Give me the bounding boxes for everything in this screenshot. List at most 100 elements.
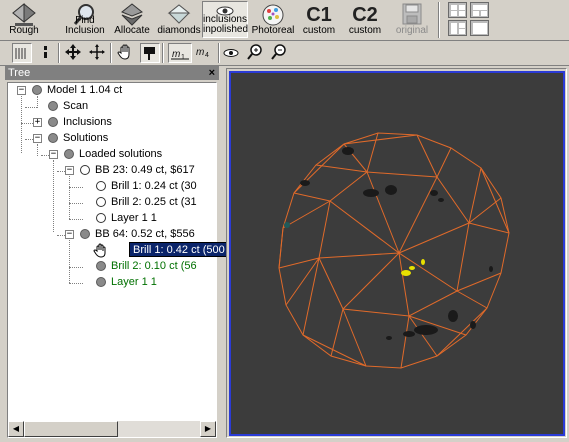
collapse-icon[interactable]: − [49, 150, 58, 159]
main-toolbar: Rough Find Inclusion Allocate diamonds i… [0, 0, 569, 41]
node-circle-icon [96, 181, 106, 191]
flag-tool-button[interactable] [140, 43, 160, 63]
tree-node-bb23-brill2[interactable]: Brill 2: 0.25 ct (31 [8, 195, 216, 210]
move-button[interactable] [64, 43, 84, 63]
node-circle-icon [96, 277, 106, 287]
node-circle-icon [48, 133, 58, 143]
tree-panel-title: Tree [8, 67, 31, 79]
tree-node-label: Layer 1 1 [111, 212, 157, 224]
diamonds-label: diamonds [157, 25, 201, 36]
zoom-in-button[interactable] [246, 43, 266, 63]
node-circle-icon [96, 261, 106, 271]
tree-node-model[interactable]: − Model 1 1.04 ct [8, 83, 208, 98]
c1-text: C1 [306, 4, 332, 26]
tree-node-loaded-solutions[interactable]: − Loaded solutions [8, 147, 208, 162]
layout-split-icon[interactable] [470, 2, 489, 18]
tree-node-solutions[interactable]: − Solutions [8, 131, 208, 146]
tree-node-label: Layer 1 1 [111, 276, 157, 288]
collapse-icon[interactable]: − [65, 166, 74, 175]
zoom-out-button[interactable] [270, 43, 290, 63]
3d-viewport[interactable] [229, 71, 565, 436]
tree-node-bb64-layer[interactable]: Layer 1 1 [8, 275, 216, 290]
svg-text:4: 4 [205, 52, 209, 59]
scrollbar-thumb[interactable] [24, 421, 118, 437]
tree-node-bb64-brill2[interactable]: Brill 2: 0.10 ct (56 [8, 259, 216, 274]
svg-text:m: m [196, 47, 204, 58]
tree-node-bb23-brill1[interactable]: Brill 1: 0.24 ct (30 [8, 179, 216, 194]
tree-node-label: Brill 2: 0.10 ct (56 [111, 260, 197, 272]
view-eye-icon [223, 49, 239, 57]
tree-node-label: Brill 2: 0.25 ct (31 [111, 196, 197, 208]
inclusions-inpolished-label: inclusions inpolished [203, 14, 249, 35]
photoreal-label: Photoreal [251, 25, 295, 36]
node-circle-icon [48, 117, 58, 127]
collapse-icon[interactable]: − [17, 86, 26, 95]
tree-node-inclusions[interactable]: + Inclusions [8, 115, 208, 130]
measure-m1-button[interactable]: m 1 [168, 43, 192, 63]
collapse-icon[interactable]: − [33, 134, 42, 143]
tree-node-label: Loaded solutions [79, 148, 163, 160]
tree-node-label: Brill 1: 0.24 ct (30 [111, 180, 197, 192]
original-label: original [395, 25, 429, 36]
allocate-label: Allocate [114, 25, 150, 36]
layout-single-icon[interactable] [470, 20, 489, 36]
find-inclusion-button[interactable]: Find Inclusion [64, 1, 106, 38]
tree-node-bb23-layer[interactable]: Layer 1 1 [8, 211, 216, 226]
find-inclusion-label: Find Inclusion [65, 15, 105, 36]
tree-node-bb64[interactable]: − BB 64: 0.52 ct, $556 [8, 227, 216, 242]
photoreal-button[interactable]: Photoreal [250, 1, 296, 38]
hand-tool-button[interactable] [116, 43, 136, 63]
custom-c1-label: custom [302, 25, 336, 36]
node-circle-icon [96, 213, 106, 223]
node-circle-icon [80, 165, 90, 175]
node-circle-icon [48, 101, 58, 111]
allocate-button[interactable]: Allocate [112, 1, 152, 38]
tree-node-scan[interactable]: Scan [8, 99, 208, 114]
tree-horizontal-scrollbar[interactable]: ◀ ▶ [8, 420, 216, 437]
grid-icon [15, 48, 26, 59]
diamond-wireframe [278, 132, 510, 369]
rough-icon [12, 3, 36, 26]
toolbar2-separator-2 [110, 43, 112, 63]
move-arrows-icon [65, 44, 81, 60]
eye-view-button[interactable] [222, 43, 242, 63]
custom-c1-button[interactable]: C1 custom [300, 1, 338, 38]
floppy-icon [402, 3, 422, 25]
toolbar2-separator [58, 43, 60, 63]
tree-view[interactable]: − Model 1 1.04 ct Scan + Inclusions − So… [7, 82, 217, 438]
measure-m4-icon: m 4 [196, 47, 209, 59]
measure-m4-button[interactable]: m 4 [194, 43, 216, 63]
tree-node-label: Inclusions [63, 116, 112, 128]
crosshair-move-icon [89, 44, 105, 60]
hand-icon [117, 44, 130, 60]
node-circle-icon [64, 149, 74, 159]
layout-left-icon[interactable] [448, 20, 467, 36]
toolbar2-separator-3 [162, 43, 164, 63]
scroll-right-icon[interactable]: ▶ [200, 421, 216, 437]
tree-node-bb23[interactable]: − BB 23: 0.49 ct, $617 [8, 163, 216, 178]
tree-node-label: BB 23: 0.49 ct, $617 [95, 164, 195, 176]
allocate-icon [121, 3, 143, 26]
zoom-out-icon [271, 44, 286, 60]
close-icon[interactable]: × [209, 66, 215, 80]
node-circle-icon [80, 229, 90, 239]
photoreal-icon [262, 4, 284, 26]
view-toolbar: m 1 m 4 [0, 41, 569, 66]
rough-label: Rough [9, 25, 39, 36]
tree-node-label: BB 64: 0.52 ct, $556 [95, 228, 195, 240]
collapse-icon[interactable]: − [65, 230, 74, 239]
flag-icon [144, 47, 155, 60]
grid-view-button[interactable] [12, 43, 32, 63]
scroll-left-icon[interactable]: ◀ [8, 421, 24, 437]
custom-c2-button[interactable]: C2 custom [346, 1, 384, 38]
diamonds-icon [167, 4, 191, 24]
pan-button[interactable] [88, 43, 108, 63]
expand-icon[interactable]: + [33, 118, 42, 127]
original-button[interactable]: original [392, 1, 432, 38]
layout-quad-icon[interactable] [448, 2, 467, 18]
rough-button[interactable]: Rough [4, 1, 44, 38]
dots-button[interactable] [36, 43, 56, 63]
diamonds-button[interactable]: diamonds [156, 1, 202, 38]
tree-panel-header: Tree × [5, 66, 219, 80]
inclusions-inpolished-button[interactable]: inclusions inpolished [202, 1, 248, 38]
